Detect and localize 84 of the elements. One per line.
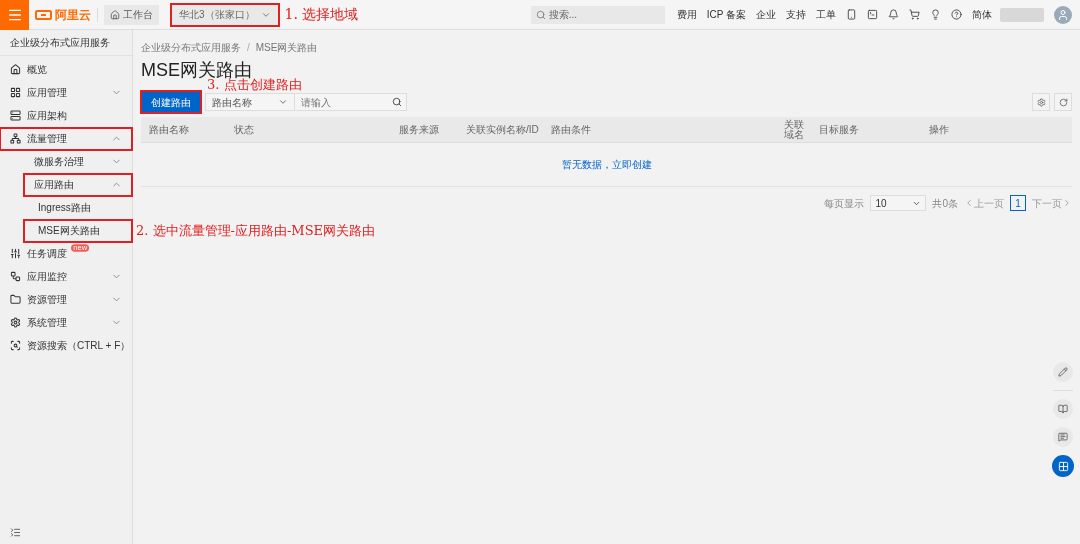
server-icon <box>10 110 21 121</box>
sliders-icon <box>10 248 21 259</box>
apps-button[interactable] <box>1052 455 1074 477</box>
help-icon[interactable] <box>951 9 962 20</box>
grid-icon <box>10 87 21 98</box>
column-header: 服务来源 <box>399 124 440 135</box>
terminal-icon[interactable] <box>867 9 878 20</box>
avatar[interactable] <box>1054 5 1072 24</box>
filter-select[interactable]: 路由名称 <box>205 93 295 111</box>
column-header: 关联实例名称/ID <box>466 124 540 135</box>
menu-button[interactable] <box>0 0 29 30</box>
pencil-icon <box>1058 367 1068 377</box>
sidebar-item[interactable]: 概览 <box>0 58 132 81</box>
topbar-link[interactable]: 费用 <box>676 7 697 22</box>
chevron-left-icon <box>964 198 974 208</box>
sidebar-item[interactable]: 资源管理 <box>0 288 132 311</box>
chat-button[interactable] <box>1053 427 1073 447</box>
sidebar-item[interactable]: 应用管理 <box>0 81 132 104</box>
page-size-select[interactable]: 10 <box>870 195 927 211</box>
home-icon <box>10 64 21 75</box>
logo-text: 阿里云 <box>55 6 91 24</box>
column-header: 关联域名 <box>784 119 805 140</box>
annotation-text: 1. 选择地域 <box>284 5 359 24</box>
breadcrumb-separator: / <box>247 41 250 55</box>
search-icon <box>10 340 21 351</box>
page-button[interactable]: 1 <box>1010 195 1026 211</box>
workbench-button[interactable]: 工作台 <box>104 4 159 25</box>
settings-icon <box>10 317 21 328</box>
search-icon[interactable] <box>392 97 402 107</box>
logo-icon <box>35 9 52 20</box>
refresh-icon <box>1058 97 1068 107</box>
folder-icon <box>10 294 21 305</box>
breadcrumb-item[interactable]: 企业级分布式应用服务 <box>141 40 241 55</box>
search-input[interactable]: 请输入 <box>295 93 407 111</box>
topbar-link[interactable]: 企业 <box>756 7 776 22</box>
empty-state-link[interactable]: 暂无数据，立即创建 <box>561 157 652 172</box>
workflow-icon <box>10 271 21 282</box>
search-field[interactable]: 搜索... <box>530 5 665 24</box>
create-route-button[interactable]: 创建路由 <box>141 91 201 113</box>
chevron-icon <box>278 97 288 107</box>
breadcrumb-item: MSE网关路由 <box>255 41 318 55</box>
sidebar-item[interactable]: 流量管理 <box>0 127 132 150</box>
chevron-right-icon <box>1062 198 1072 208</box>
column-header: 状态 <box>234 124 255 135</box>
lightbulb-icon[interactable] <box>930 9 941 20</box>
sidebar-item[interactable]: 应用架构 <box>0 104 132 127</box>
region-select[interactable]: 华北3（张家口） <box>171 3 279 26</box>
topbar-link[interactable]: 支持 <box>786 7 806 22</box>
settings-icon <box>1036 97 1046 107</box>
bell-icon[interactable] <box>888 9 899 20</box>
topbar-link[interactable]: ICP 备案 <box>706 7 746 22</box>
refresh-button[interactable] <box>1054 93 1072 111</box>
annotation-text: 2. 选中流量管理-应用路由-MSE网关路由 <box>136 222 376 240</box>
book-button[interactable] <box>1053 399 1073 419</box>
chat-icon <box>1058 432 1068 442</box>
sidebar-item[interactable]: MSE网关路由 <box>24 219 132 242</box>
column-header: 路由名称 <box>149 124 190 135</box>
sidebar-item[interactable]: 应用路由 <box>24 173 132 196</box>
column-header: 路由条件 <box>551 124 592 135</box>
sidebar-item[interactable]: 微服务治理 <box>24 150 132 173</box>
sidebar-item[interactable]: 应用监控 <box>0 265 132 288</box>
total-count: 共0条 <box>932 196 958 211</box>
settings-button[interactable] <box>1032 93 1050 111</box>
column-header: 操作 <box>929 124 950 135</box>
sidebar-title: 企业级分布式应用服务 <box>0 30 132 56</box>
book-icon <box>1058 404 1068 414</box>
phone-icon[interactable] <box>846 9 857 20</box>
blurred-username <box>1000 7 1044 22</box>
sidebar-item[interactable]: Ingress路由 <box>24 196 132 219</box>
per-page-label: 每页显示 <box>824 196 865 211</box>
user-icon <box>1057 8 1069 21</box>
column-header: 目标服务 <box>819 124 860 135</box>
home-icon <box>110 9 120 20</box>
apps-icon <box>1057 460 1069 472</box>
cart-icon[interactable] <box>909 9 920 20</box>
language-link[interactable]: 简体 <box>972 7 992 22</box>
edit-button[interactable] <box>1053 362 1073 382</box>
search-icon <box>535 9 546 20</box>
annotation-text: 3. 点击创建路由 <box>207 78 302 91</box>
page-title: MSE网关路由 <box>141 61 252 79</box>
sidebar-item[interactable]: 资源搜索（CTRL + F） <box>0 334 132 357</box>
sidebar-item[interactable]: 系统管理 <box>0 311 132 334</box>
network-icon <box>10 133 21 144</box>
topbar-link[interactable]: 工单 <box>816 7 836 22</box>
